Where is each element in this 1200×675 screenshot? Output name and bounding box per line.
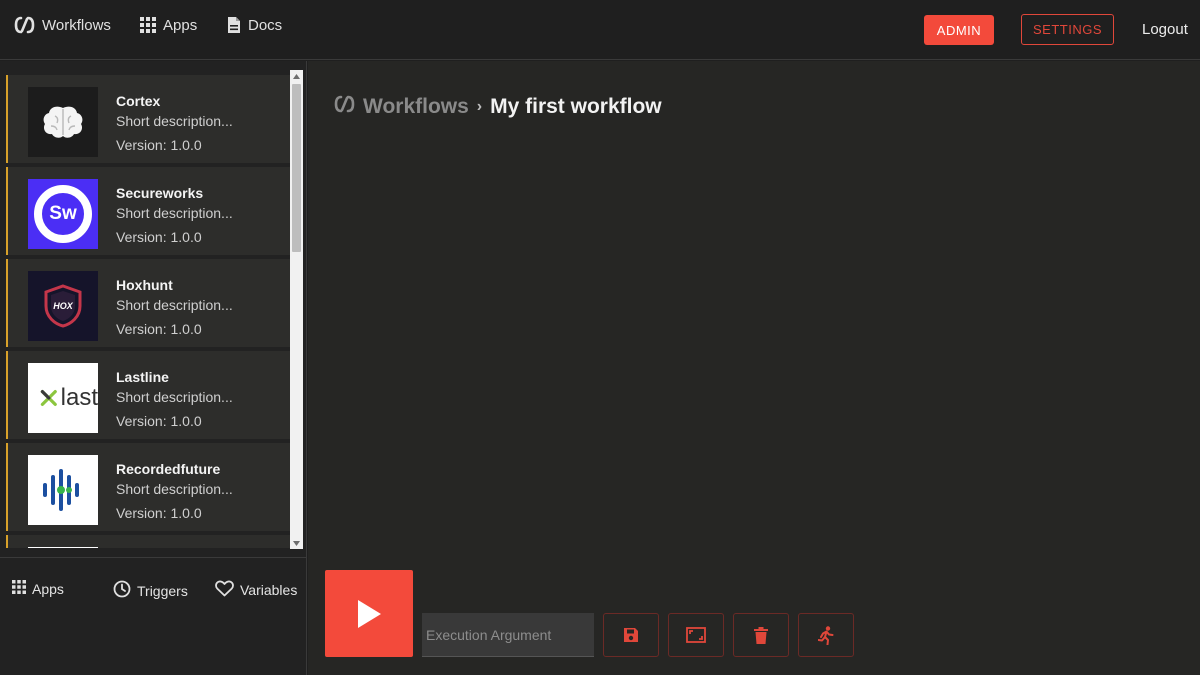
running-person-icon [818, 625, 834, 645]
app-card-recordedfuture[interactable]: Recordedfuture Short description... Vers… [6, 443, 290, 531]
nav-apps-link[interactable]: Apps [140, 15, 197, 35]
workflow-logo-icon [14, 16, 35, 34]
logout-link[interactable]: Logout [1142, 21, 1188, 38]
nav-workflows-label: Workflows [42, 16, 111, 34]
heart-icon [215, 580, 234, 600]
app-name: Recordedfuture [116, 461, 221, 477]
app-description: Short description... [116, 113, 233, 129]
grid-icon [12, 580, 26, 597]
execute-workflow-button[interactable] [325, 570, 413, 657]
breadcrumb-workflows-link[interactable]: Workflows [363, 95, 469, 119]
clock-icon [113, 580, 131, 601]
scroll-down-arrow-icon[interactable] [290, 537, 303, 549]
admin-button[interactable]: ADMIN [924, 15, 994, 45]
app-version: Version: 1.0.0 [116, 413, 202, 429]
app-name: Cortex [116, 93, 161, 109]
breadcrumb-current-workflow: My first workflow [490, 95, 662, 118]
top-navigation-bar: Workflows Apps Docs ADMIN SETTINGS Logou… [0, 0, 1200, 60]
nav-workflows-link[interactable]: Workflows [14, 15, 111, 35]
hoxhunt-logo: HOX [28, 271, 98, 341]
tab-triggers-label: Triggers [137, 582, 188, 599]
app-card-partial[interactable] [6, 535, 290, 548]
scroll-up-arrow-icon[interactable] [290, 70, 303, 82]
nav-docs-label: Docs [248, 16, 283, 34]
document-icon [227, 16, 241, 34]
save-button[interactable] [603, 613, 659, 657]
app-version: Version: 1.0.0 [116, 229, 202, 245]
grid-icon [140, 17, 156, 33]
lastline-logo-text: last [60, 384, 98, 411]
app-name: Secureworks [116, 185, 204, 201]
app-description: Short description... [116, 297, 233, 313]
app-card-hoxhunt[interactable]: HOX Hoxhunt Short description... Version… [6, 259, 290, 347]
play-icon [358, 599, 381, 628]
secureworks-logo-text: Sw [49, 203, 77, 224]
nav-apps-label: Apps [163, 16, 198, 34]
tab-variables[interactable]: Variables [215, 580, 297, 600]
nav-docs-link[interactable]: Docs [227, 15, 282, 35]
app-name: Lastline [116, 369, 169, 385]
app-card-lastline[interactable]: last Lastline Short description... Versi… [6, 351, 290, 439]
recordedfuture-logo [28, 455, 98, 525]
app-name: Hoxhunt [116, 277, 173, 293]
app-list[interactable]: Cortex Short description... Version: 1.0… [6, 71, 290, 548]
delete-button[interactable] [733, 613, 789, 657]
workflow-logo-icon [334, 95, 355, 119]
app-card-cortex[interactable]: Cortex Short description... Version: 1.0… [6, 75, 290, 163]
trash-icon [754, 626, 768, 644]
tab-variables-label: Variables [240, 582, 298, 598]
app-description: Short description... [116, 481, 233, 497]
fit-to-screen-button[interactable] [668, 613, 724, 657]
app-sidebar: Cortex Short description... Version: 1.0… [0, 61, 307, 675]
aspect-ratio-icon [686, 627, 706, 643]
secureworks-logo: Sw [28, 179, 98, 249]
execution-argument-input[interactable] [422, 613, 594, 657]
brain-icon [28, 87, 98, 157]
app-version: Version: 1.0.0 [116, 505, 202, 521]
workflow-canvas[interactable]: Workflows › My first workflow [308, 61, 1200, 675]
hoxhunt-logo-text: HOX [53, 301, 73, 311]
app-version: Version: 1.0.0 [116, 137, 202, 153]
scrollbar-thumb[interactable] [292, 84, 301, 252]
tab-apps-label: Apps [32, 580, 64, 597]
app-description: Short description... [116, 205, 233, 221]
app-card-secureworks[interactable]: Sw Secureworks Short description... Vers… [6, 167, 290, 255]
settings-button[interactable]: SETTINGS [1021, 14, 1114, 45]
app-logo [28, 547, 98, 548]
lastline-logo: last [28, 363, 98, 433]
tab-apps[interactable]: Apps [12, 580, 64, 597]
breadcrumb: Workflows › My first workflow [334, 95, 662, 119]
app-list-scrollbar[interactable] [290, 70, 303, 549]
save-icon [624, 628, 638, 642]
run-button[interactable] [798, 613, 854, 657]
breadcrumb-separator: › [476, 98, 483, 115]
tab-triggers[interactable]: Triggers [113, 580, 188, 601]
sidebar-divider [0, 557, 306, 558]
app-version: Version: 1.0.0 [116, 321, 202, 337]
app-description: Short description... [116, 389, 233, 405]
